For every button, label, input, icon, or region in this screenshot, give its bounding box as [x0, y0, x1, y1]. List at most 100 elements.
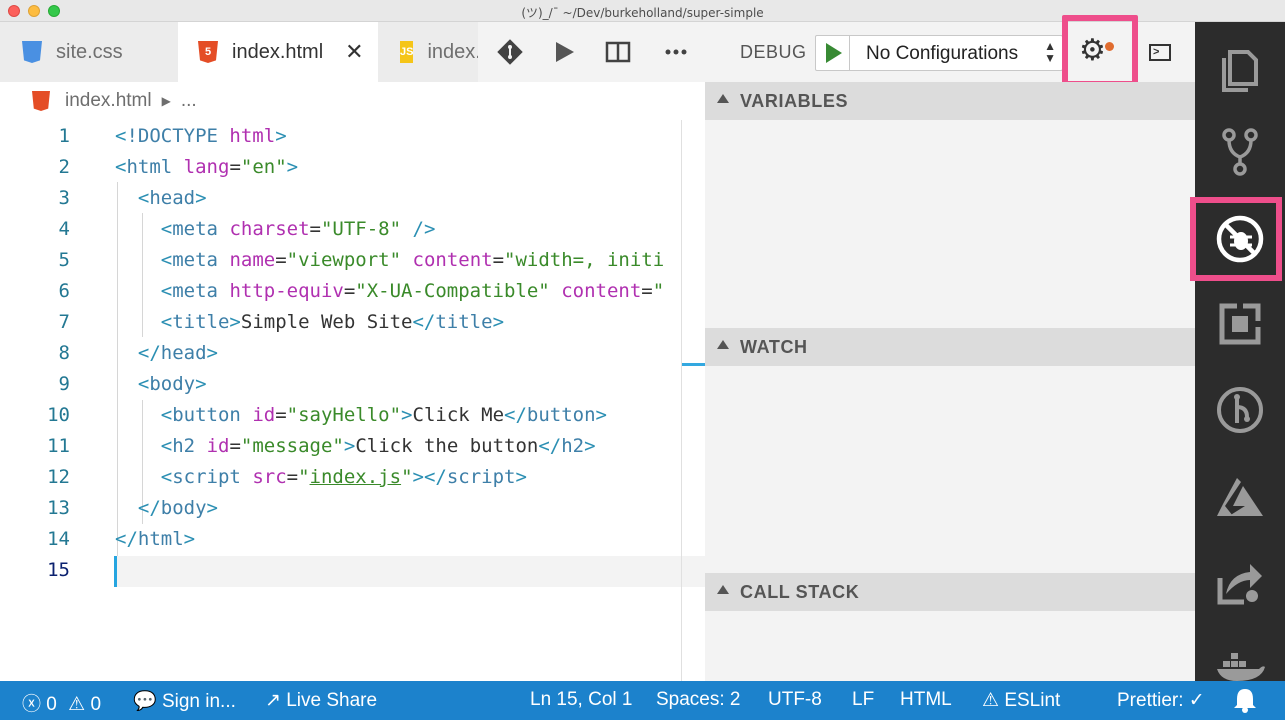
problems-indicator[interactable]: ⓧ 0 ⚠ 0	[22, 689, 101, 716]
line-number: 14	[47, 528, 70, 550]
panel-title: WATCH	[740, 337, 808, 357]
line-number: 4	[58, 218, 70, 240]
line-number: 11	[47, 435, 70, 457]
code-line: <script src="index.js"></script>	[160, 466, 527, 488]
code-line: </head>	[137, 342, 218, 364]
language-mode[interactable]: HTML	[900, 689, 952, 711]
line-number: 1	[58, 125, 70, 147]
gear-icon[interactable]: ⚙	[1079, 36, 1106, 66]
prettier-item[interactable]: Prettier: ✓	[1117, 689, 1205, 712]
line-number: 6	[58, 280, 70, 302]
panel-title: CALL STACK	[740, 582, 860, 602]
notification-dot	[1105, 42, 1114, 51]
code-line: <meta http-equiv="X-UA-Compatible" conte…	[160, 280, 665, 302]
line-number: 12	[47, 466, 70, 488]
code-line: <title>Simple Web Site</title>	[160, 311, 505, 333]
extensions-icon[interactable]	[1195, 284, 1285, 364]
tab-label: index.html	[232, 40, 324, 63]
code-line: <meta name="viewport" content="width=, i…	[160, 249, 665, 271]
line-number: 2	[58, 156, 70, 178]
line-number: 8	[58, 342, 70, 364]
cursor-position[interactable]: Ln 15, Col 1	[530, 689, 632, 711]
warning-icon: ⚠	[982, 690, 1000, 711]
line-number: 10	[47, 404, 70, 426]
code-line: </html>	[115, 528, 196, 550]
call-stack-panel-header[interactable]: CALL STACK	[705, 573, 1195, 611]
eslint-item[interactable]: ⚠ ESLint	[982, 689, 1060, 712]
scrollbar-marker	[682, 363, 705, 366]
variables-panel-header[interactable]: VARIABLES	[705, 82, 1195, 120]
debug-console-icon[interactable]: >	[1149, 44, 1171, 61]
code-line: <body>	[137, 373, 207, 395]
deploy-icon[interactable]	[1195, 542, 1285, 622]
docker-icon[interactable]	[1195, 627, 1285, 681]
git-compare-icon[interactable]	[496, 38, 524, 66]
debug-label: DEBUG	[740, 42, 807, 62]
breadcrumb: index.html ▶ ...	[0, 82, 705, 120]
chevron-right-icon: ▶	[161, 94, 171, 108]
close-icon[interactable]: ✕	[345, 39, 363, 65]
editor-scrollbar[interactable]	[681, 120, 682, 681]
tab-label: site.css	[56, 40, 123, 63]
debug-configuration-value: No Configurations	[866, 43, 1019, 64]
activity-bar	[1190, 22, 1285, 681]
line-number: 15	[47, 559, 70, 581]
css-file-icon	[22, 41, 42, 63]
line-number: 9	[58, 373, 70, 395]
debug-configuration-select[interactable]: No Configurations ▲ ▼	[815, 35, 1063, 71]
error-icon: ⓧ	[22, 694, 42, 715]
code-line: <head>	[137, 187, 207, 209]
status-bar: ⓧ 0 ⚠ 0 💬 Sign in... ↗ Live Share Ln 15,…	[0, 681, 1285, 720]
explorer-icon[interactable]	[1195, 30, 1285, 110]
code-line: <html lang="en">	[115, 156, 299, 178]
line-number: 5	[58, 249, 70, 271]
chevron-up-icon	[717, 94, 729, 103]
js-file-icon: JS	[400, 41, 414, 63]
debug-icon[interactable]	[1195, 199, 1285, 279]
line-number: 7	[58, 311, 70, 333]
chevron-up-icon	[717, 585, 729, 594]
azure-icon[interactable]	[1195, 457, 1285, 537]
share-icon: ↗	[265, 690, 281, 711]
code-line: <h2 id="message">Click the button</h2>	[160, 435, 596, 457]
code-editor[interactable]: 1 2 3 4 5 6 7 8 9 10 11 12 13 14 15 <!DOCTYPE html> <h…	[0, 120, 705, 681]
encoding[interactable]: UTF-8	[768, 689, 822, 711]
git-lens-icon[interactable]	[1195, 370, 1285, 450]
tab-site-css[interactable]: site.css	[0, 22, 178, 82]
debug-toolbar: DEBUG No Configurations ▲ ▼ ⚙ >	[705, 15, 1195, 87]
code-line: </body>	[137, 497, 218, 519]
tab-label: index.js	[427, 40, 478, 63]
indentation[interactable]: Spaces: 2	[656, 689, 741, 711]
html-file-icon: 5	[198, 41, 218, 63]
code-line: <!DOCTYPE html>	[115, 125, 287, 147]
watch-panel-header[interactable]: WATCH	[705, 328, 1195, 366]
eslint-label: ESLint	[1004, 690, 1061, 711]
start-debugging-button[interactable]	[816, 36, 850, 70]
more-actions-icon[interactable]	[662, 38, 690, 66]
chevron-updown-icon: ▲ ▼	[1044, 39, 1056, 65]
breadcrumb-file[interactable]: index.html	[65, 90, 152, 112]
split-editor-icon[interactable]	[604, 38, 632, 66]
code-line: <button id="sayHello">Click Me</button>	[160, 404, 607, 426]
run-icon[interactable]	[550, 38, 578, 66]
warning-count: 0	[90, 694, 102, 715]
error-count: 0	[46, 694, 57, 715]
chevron-up-icon	[717, 340, 729, 349]
end-of-line[interactable]: LF	[852, 689, 874, 711]
editor-actions	[478, 22, 705, 82]
line-number: 13	[47, 497, 70, 519]
live-share-label: Live Share	[286, 690, 378, 711]
source-control-icon[interactable]	[1195, 112, 1285, 192]
tab-index-js[interactable]: JS index.js	[378, 22, 478, 82]
warning-icon: ⚠	[68, 694, 86, 715]
live-share-item[interactable]: ↗ Live Share	[265, 689, 377, 712]
bell-icon[interactable]	[1233, 687, 1257, 719]
tab-index-html[interactable]: 5 index.html ✕	[178, 22, 378, 82]
current-line-highlight	[115, 556, 705, 587]
code-line: <meta charset="UTF-8" />	[160, 218, 436, 240]
sign-in-item[interactable]: 💬 Sign in...	[133, 689, 236, 713]
html-file-icon	[32, 91, 50, 111]
line-number: 3	[58, 187, 70, 209]
breadcrumb-more[interactable]: ...	[181, 90, 197, 112]
panel-title: VARIABLES	[740, 91, 849, 111]
